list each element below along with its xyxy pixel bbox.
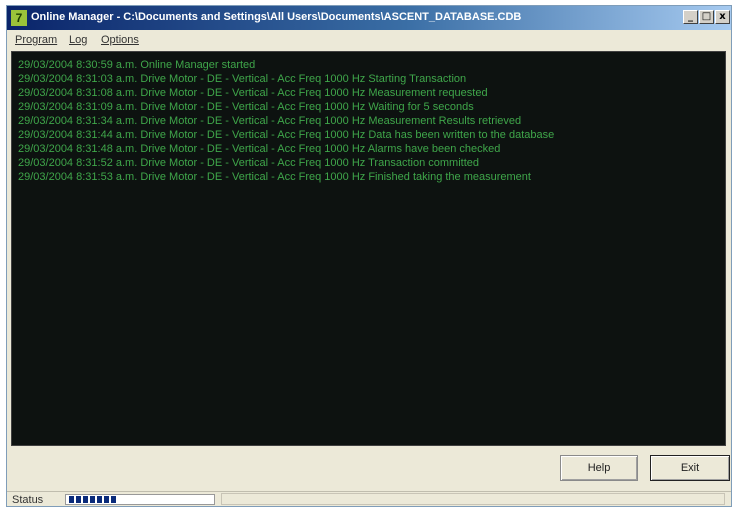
progress-segment — [76, 496, 81, 503]
progress-bar — [65, 494, 215, 505]
log-line: 29/03/2004 8:31:03 a.m. Drive Motor - DE… — [18, 73, 467, 85]
help-button[interactable]: Help — [560, 455, 638, 481]
maximize-button[interactable]: □ — [699, 10, 714, 24]
progress-segment — [69, 496, 74, 503]
log-panel[interactable]: 29/03/2004 8:30:59 a.m. Online Manager s… — [11, 51, 726, 446]
log-line: 29/03/2004 8:30:59 a.m. Online Manager s… — [18, 59, 256, 71]
main-window: 7 Online Manager - C:\Documents and Sett… — [6, 5, 732, 507]
menu-program[interactable]: Program — [15, 34, 57, 46]
log-line: 29/03/2004 8:31:44 a.m. Drive Motor - DE… — [18, 129, 555, 141]
menu-bar: Program Log Options — [7, 32, 731, 50]
menu-options[interactable]: Options — [101, 34, 139, 46]
log-line: 29/03/2004 8:31:34 a.m. Drive Motor - DE… — [18, 115, 522, 127]
progress-segment — [83, 496, 88, 503]
status-panel — [221, 493, 725, 505]
status-label: Status — [12, 494, 44, 506]
close-button[interactable]: x — [715, 10, 730, 24]
status-bar: Status — [7, 491, 731, 507]
progress-segment — [111, 496, 116, 503]
log-line: 29/03/2004 8:31:09 a.m. Drive Motor - DE… — [18, 101, 474, 113]
progress-segment — [104, 496, 109, 503]
app-icon: 7 — [11, 10, 27, 26]
minimize-button[interactable]: _ — [683, 10, 698, 24]
log-line: 29/03/2004 8:31:08 a.m. Drive Motor - DE… — [18, 87, 488, 99]
progress-segment — [97, 496, 102, 503]
exit-button[interactable]: Exit — [650, 455, 730, 481]
progress-segment — [90, 496, 95, 503]
log-line: 29/03/2004 8:31:48 a.m. Drive Motor - DE… — [18, 143, 501, 155]
log-line: 29/03/2004 8:31:53 a.m. Drive Motor - DE… — [18, 171, 531, 183]
window-title: Online Manager - C:\Documents and Settin… — [31, 11, 522, 23]
title-bar[interactable]: 7 Online Manager - C:\Documents and Sett… — [7, 6, 731, 30]
log-line: 29/03/2004 8:31:52 a.m. Drive Motor - DE… — [18, 157, 479, 169]
menu-log[interactable]: Log — [69, 34, 87, 46]
